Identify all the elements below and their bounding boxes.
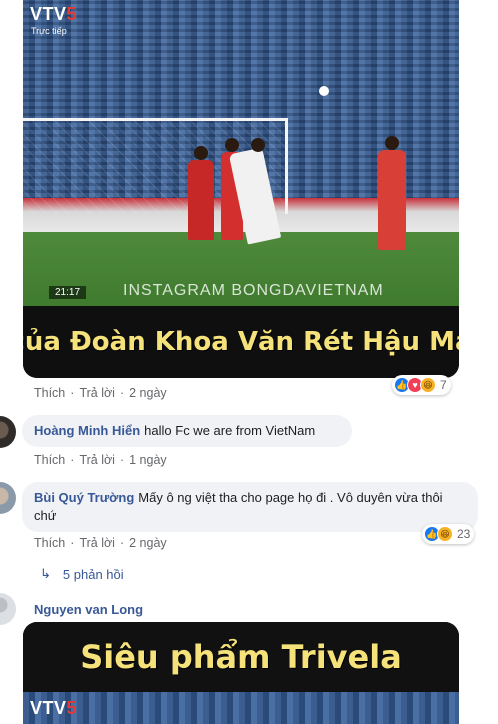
post-actions: Thích · Trả lời · 2 ngày	[34, 386, 167, 400]
avatar[interactable]	[0, 416, 16, 448]
video-watermark: INSTAGRAM BONGDAVIETNAM	[123, 282, 384, 299]
comment-author[interactable]: Hoàng Minh Hiển	[34, 423, 140, 438]
match-clock: 21:17	[49, 286, 87, 299]
channel-logo-number: 5	[66, 698, 78, 718]
comment-actions: Thích · Trả lời · 1 ngày	[34, 453, 167, 467]
comment-author[interactable]: Bùi Quý Trường	[34, 490, 134, 505]
separator: ·	[70, 453, 75, 467]
channel-logo-text: VTV	[30, 4, 67, 24]
view-replies-link[interactable]: ↳ 5 phản hồi	[40, 566, 124, 582]
player-head	[251, 138, 265, 152]
player-red	[188, 160, 214, 240]
separator: ·	[119, 536, 125, 550]
like-link[interactable]: Thích	[34, 536, 65, 550]
video-caption: Siêu phẩm Trivela	[80, 638, 402, 676]
separator: ·	[70, 386, 75, 400]
avatar[interactable]	[0, 482, 16, 514]
reaction-count: 23	[457, 527, 471, 541]
player-head	[225, 138, 239, 152]
video-frame[interactable]: VTV5 Trực tiếp 21:17 INSTAGRAM BONGDAVIE…	[23, 0, 459, 306]
like-link[interactable]: Thích	[34, 453, 65, 467]
comment-actions: Thích · Trả lời · 2 ngày	[34, 536, 167, 550]
timestamp-link[interactable]: 2 ngày	[129, 386, 167, 400]
player-head	[385, 136, 399, 150]
reaction-summary[interactable]: 👍 ♥ 😆 7	[392, 375, 451, 395]
video-post-media[interactable]: Siêu phẩm Trivela VTV5	[23, 622, 459, 724]
channel-logo-number: 5	[66, 4, 78, 24]
football	[319, 86, 329, 96]
separator: ·	[70, 536, 75, 550]
reply-arrow-icon: ↳	[40, 566, 51, 581]
video-caption-bar: Siêu phẩm Trivela	[23, 622, 459, 692]
reply-link[interactable]: Trả lời	[79, 386, 115, 400]
timestamp-link[interactable]: 2 ngày	[129, 536, 167, 550]
video-frame[interactable]: VTV5	[23, 692, 459, 724]
channel-logo: VTV5	[30, 4, 77, 25]
separator: ·	[119, 453, 125, 467]
channel-logo: VTV5	[30, 698, 77, 719]
player-head	[194, 146, 208, 160]
video-post-media[interactable]: VTV5 Trực tiếp 21:17 INSTAGRAM BONGDAVIE…	[23, 0, 459, 378]
reaction-summary[interactable]: 👍 😆 23	[422, 524, 475, 544]
reply-link[interactable]: Trả lời	[79, 536, 115, 550]
comment-author[interactable]: Nguyen van Long	[34, 602, 143, 617]
comment-bubble: Bùi Quý Trường Mấy ô ng việt tha cho page…	[22, 482, 478, 532]
comment-text: hallo Fc we are from VietNam	[144, 423, 316, 438]
channel-logo-text: VTV	[30, 698, 67, 718]
replies-count-label: 5 phản hồi	[62, 566, 124, 582]
timestamp-link[interactable]: 1 ngày	[129, 453, 167, 467]
comment-bubble: Hoàng Minh Hiển hallo Fc we are from Viet…	[22, 415, 352, 447]
player-red	[378, 150, 406, 250]
like-link[interactable]: Thích	[34, 386, 65, 400]
haha-icon: 😆	[420, 377, 436, 393]
reaction-count: 7	[440, 378, 447, 392]
live-label: Trực tiếp	[31, 26, 67, 36]
separator: ·	[119, 386, 125, 400]
video-caption: của Đoàn Khoa Văn Rét Hậu Ma	[23, 327, 459, 357]
reply-link[interactable]: Trả lời	[79, 453, 115, 467]
haha-icon: 😆	[437, 526, 453, 542]
video-caption-bar: của Đoàn Khoa Văn Rét Hậu Ma	[23, 306, 459, 378]
avatar[interactable]	[0, 593, 16, 625]
